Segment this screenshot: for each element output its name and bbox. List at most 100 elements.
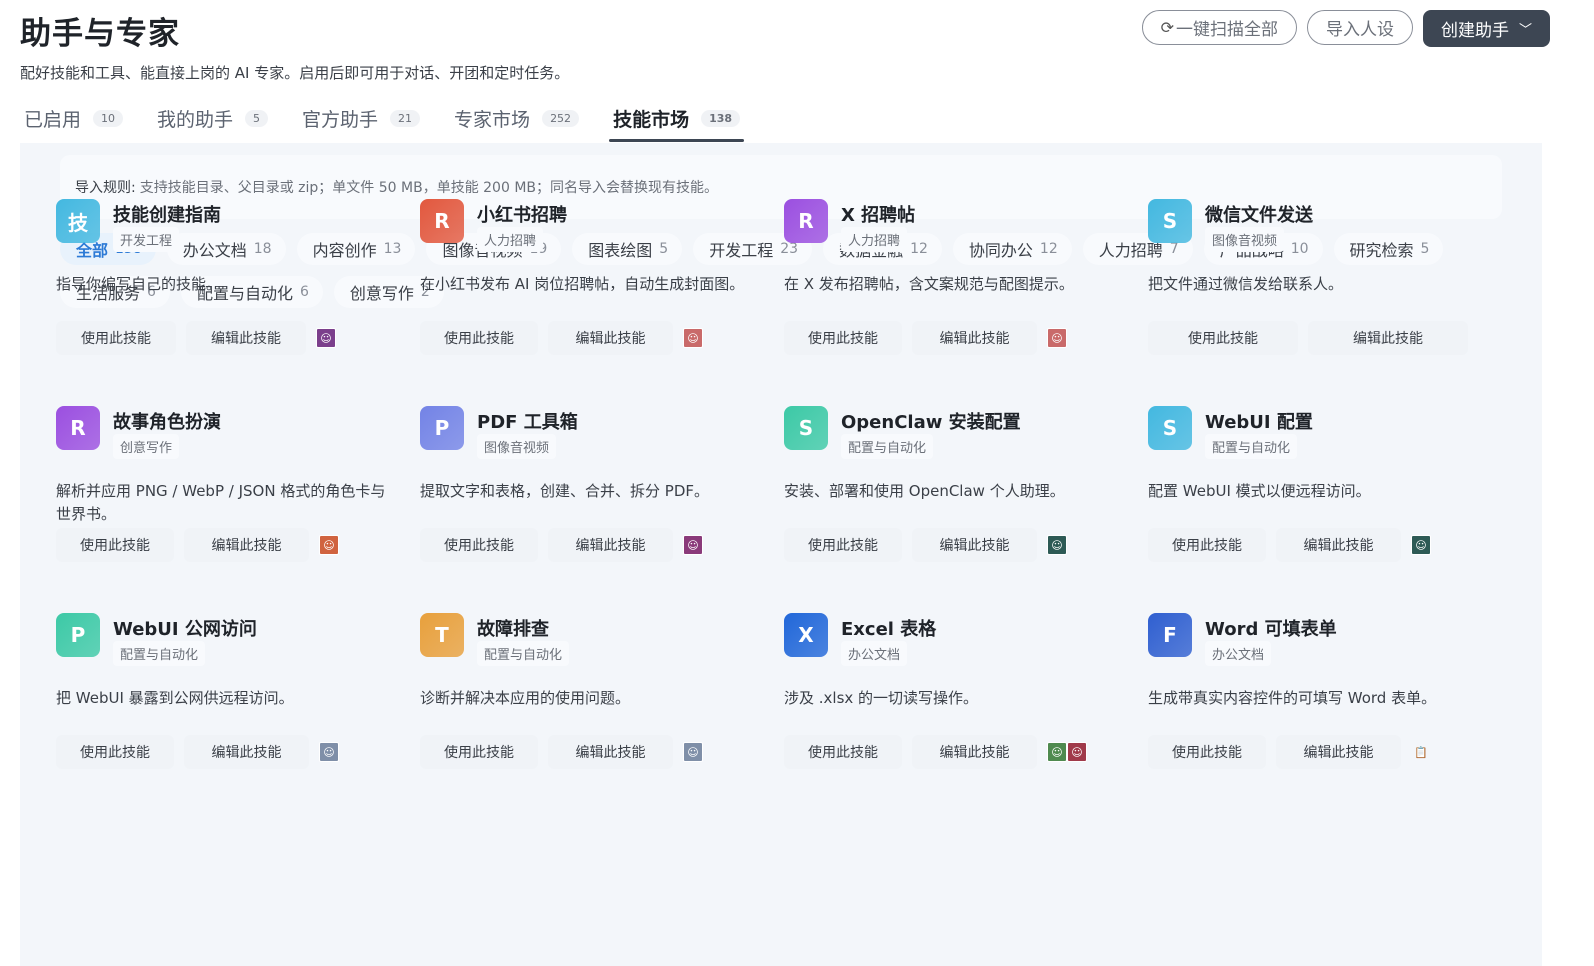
skill-card: 技技能创建指南 开发工程 指导你编写自己的技能。 使用此技能 编辑此技能 ☺	[56, 193, 404, 400]
skill-card: X Excel 表格 办公文档 涉及 .xlsx 的一切读写操作。 使用此技能 编辑此技能…	[784, 607, 1132, 814]
use-skill-button[interactable]: 使用此技能	[56, 321, 176, 355]
tab-3[interactable]: 专家市场 252	[450, 99, 583, 142]
edit-skill-button[interactable]: 编辑此技能	[1276, 735, 1401, 769]
edit-skill-button[interactable]: 编辑此技能	[184, 528, 309, 562]
assistant-avatars: ☺	[1047, 535, 1067, 555]
skill-category-badge: 人力招聘	[477, 227, 544, 252]
tab-count-badge: 21	[390, 110, 421, 127]
assistant-avatar[interactable]: ☺	[683, 328, 703, 348]
skill-title: 小红书招聘	[477, 205, 567, 226]
skill-actions: 使用此技能 编辑此技能 ☺	[420, 735, 703, 769]
skill-category-badge: 配置与自动化	[477, 641, 570, 666]
edit-skill-button[interactable]: 编辑此技能	[1308, 321, 1468, 355]
assistant-avatar[interactable]: ☺	[319, 535, 339, 555]
skill-actions: 使用此技能 编辑此技能 📋	[1148, 735, 1431, 769]
skill-icon: R	[784, 199, 828, 243]
tab-2[interactable]: 官方助手 21	[298, 99, 424, 142]
page-subtitle: 配好技能和工具、能直接上岗的 AI 专家。启用后即可用于对话、开团和定时任务。	[20, 64, 570, 82]
edit-skill-button[interactable]: 编辑此技能	[548, 735, 673, 769]
tab-count-badge: 5	[245, 110, 269, 127]
skill-icon: R	[56, 406, 100, 450]
skill-title: WebUI 公网访问	[113, 619, 257, 640]
edit-skill-button[interactable]: 编辑此技能	[184, 735, 309, 769]
assistant-avatar[interactable]: ☺	[319, 742, 339, 762]
tab-count-badge: 138	[701, 110, 741, 127]
assistant-avatars: ☺	[319, 535, 339, 555]
skill-card: P WebUI 公网访问 配置与自动化把 WebUI 暴露到公网供远程访问。使用此技…	[56, 607, 404, 814]
skill-actions: 使用此技能 编辑此技能 ☺	[1148, 528, 1431, 562]
tab-label: 我的助手	[157, 109, 234, 131]
tab-0[interactable]: 已启用 10	[20, 99, 127, 142]
use-skill-button[interactable]: 使用此技能	[420, 735, 538, 769]
edit-skill-button[interactable]: 编辑此技能	[548, 528, 673, 562]
use-skill-button[interactable]: 使用此技能	[1148, 321, 1298, 355]
use-skill-button[interactable]: 使用此技能	[56, 528, 174, 562]
skill-actions: 使用此技能 编辑此技能 ☺	[56, 528, 339, 562]
assistant-avatars: ☺ ☺	[1047, 742, 1087, 762]
skill-title: 故障排查	[477, 619, 549, 640]
use-skill-button[interactable]: 使用此技能	[784, 735, 902, 769]
skill-category-badge: 开发工程	[113, 227, 180, 252]
edit-skill-button[interactable]: 编辑此技能	[548, 321, 673, 355]
scan-all-label: 一键扫描全部	[1175, 20, 1278, 40]
assistant-avatar[interactable]: ☺	[1067, 742, 1087, 762]
skill-category-badge: 配置与自动化	[841, 434, 934, 459]
skill-card: R 小红书招聘 人力招聘 在小红书发布 AI 岗位招聘帖，自动生成封面图。 使用此技能编…	[420, 193, 768, 400]
assistant-avatar[interactable]: ☺	[683, 742, 703, 762]
tab-4[interactable]: 技能市场 138	[609, 99, 745, 142]
assistant-avatars: ☺	[316, 328, 336, 348]
skill-card: S WebUI 配置 配置与自动化 配置 WebUI 模式以便远程访问。 使用此技能 编辑…	[1148, 400, 1496, 607]
assistant-avatars: ☺	[319, 742, 339, 762]
skill-category-badge: 配置与自动化	[113, 641, 206, 666]
import-persona-button[interactable]: 导入人设	[1306, 10, 1413, 45]
assistant-avatar[interactable]: ☺	[1411, 535, 1431, 555]
use-skill-button[interactable]: 使用此技能	[420, 528, 538, 562]
skill-actions: 使用此技能 编辑此技能 ☺	[420, 321, 703, 355]
skill-icon: P	[56, 613, 100, 657]
use-skill-button[interactable]: 使用此技能	[784, 321, 902, 355]
edit-skill-button[interactable]: 编辑此技能	[912, 528, 1037, 562]
skill-description: 把 WebUI 暴露到公网供远程访问。	[56, 689, 294, 707]
skill-category-badge: 配置与自动化	[1205, 434, 1298, 459]
use-skill-button[interactable]: 使用此技能	[56, 735, 174, 769]
tab-label: 技能市场	[613, 109, 690, 131]
skill-grid: 技技能创建指南 开发工程 指导你编写自己的技能。 使用此技能 编辑此技能 ☺ R 小红书招聘人…	[56, 193, 1496, 814]
assistant-avatar[interactable]: ☺	[683, 535, 703, 555]
edit-skill-button[interactable]: 编辑此技能	[912, 321, 1037, 355]
assistant-avatar[interactable]: ☺	[1047, 742, 1067, 762]
tab-1[interactable]: 我的助手 5	[153, 99, 272, 142]
scan-all-button[interactable]: ⟳ 一键扫描全部	[1141, 10, 1297, 45]
skill-title: X 招聘帖	[841, 205, 916, 226]
assistant-avatar[interactable]: ☺	[1047, 535, 1067, 555]
skill-card: T 故障排查 配置与自动化 诊断并解决本应用的使用问题。 使用此技能 编辑此技能 ☺	[420, 607, 768, 814]
skill-icon: F	[1148, 613, 1192, 657]
skill-description: 在小红书发布 AI 岗位招聘帖，自动生成封面图。	[420, 275, 745, 293]
skill-card: F Word 可填表单 办公文档 生成带真实内容控件的可填写 Word 表单。 使用此技…	[1148, 607, 1496, 814]
use-skill-button[interactable]: 使用此技能	[420, 321, 538, 355]
skill-actions: 使用此技能 编辑此技能 ☺	[420, 528, 703, 562]
skill-icon: X	[784, 613, 828, 657]
tab-label: 专家市场	[454, 109, 531, 131]
skill-description: 诊断并解决本应用的使用问题。	[420, 689, 631, 707]
skill-actions: 使用此技能 编辑此技能 ☺	[784, 321, 1067, 355]
skill-actions: 使用此技能 编辑此技能	[1148, 321, 1478, 355]
tab-count-badge: 10	[93, 110, 124, 127]
skill-title: OpenClaw 安装配置	[841, 412, 1021, 433]
skill-title: Excel 表格	[841, 619, 937, 640]
use-skill-button[interactable]: 使用此技能	[1148, 735, 1266, 769]
edit-skill-button[interactable]: 编辑此技能	[912, 735, 1037, 769]
skill-description: 在 X 发布招聘帖，含文案规范与配图提示。	[784, 275, 1074, 293]
tab-bar: 已启用 10 我的助手 5 官方助手 21 专家市场 252 技能市场 138	[20, 96, 770, 142]
create-assistant-button[interactable]: 创建助手 ﹀	[1422, 10, 1550, 47]
use-skill-button[interactable]: 使用此技能	[1148, 528, 1266, 562]
skill-description: 生成带真实内容控件的可填写 Word 表单。	[1148, 689, 1437, 707]
edit-skill-button[interactable]: 编辑此技能	[1276, 528, 1401, 562]
assistant-avatars: ☺	[1411, 535, 1431, 555]
edit-skill-button[interactable]: 编辑此技能	[186, 321, 306, 355]
assistant-avatar[interactable]: ☺	[316, 328, 336, 348]
skill-card: R 故事角色扮演 创意写作 解析并应用 PNG / WebP / JSON 格式的角色…	[56, 400, 404, 607]
skill-icon: 技	[56, 199, 100, 243]
use-skill-button[interactable]: 使用此技能	[784, 528, 902, 562]
assistant-avatar[interactable]: ☺	[1047, 328, 1067, 348]
skill-card: R X 招聘帖 人力招聘在 X 发布招聘帖，含文案规范与配图提示。 使用此技能 编辑此技…	[784, 193, 1132, 400]
